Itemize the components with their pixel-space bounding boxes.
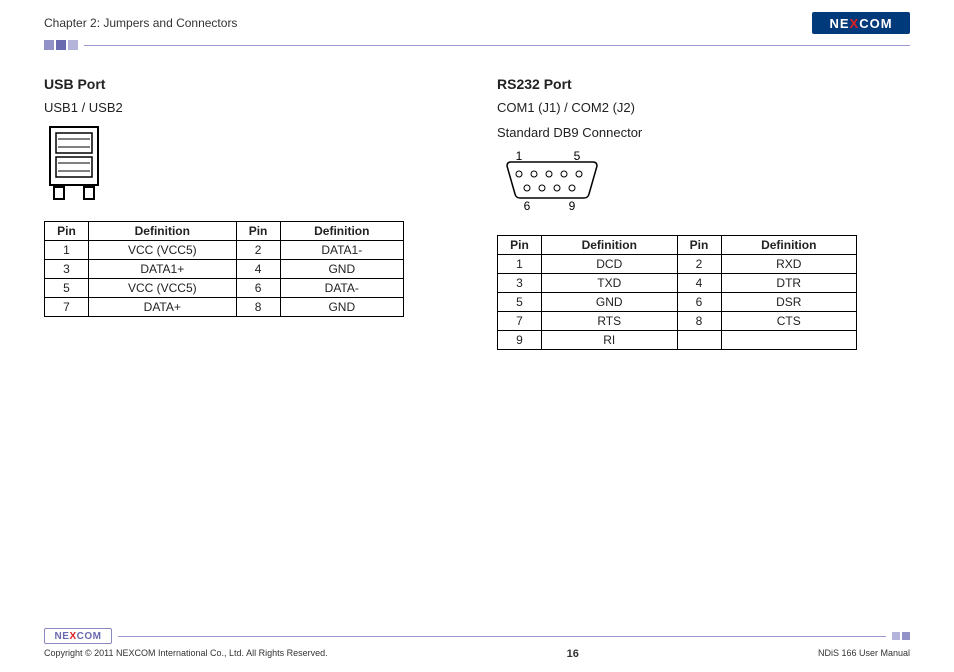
def-cell: DATA1+: [89, 260, 237, 279]
pin-cell: [677, 331, 721, 350]
table-row: 1 DCD 2 RXD: [498, 255, 857, 274]
pin-cell: 3: [45, 260, 89, 279]
footer-text-row: Copyright © 2011 NEXCOM International Co…: [44, 646, 910, 660]
header-rule: [44, 40, 910, 50]
pin-cell: 2: [677, 255, 721, 274]
def-cell: VCC (VCC5): [89, 279, 237, 298]
db9-connector-diagram: 1 5 6 9: [497, 150, 910, 217]
nexcom-footer-logo: NEXCOM: [44, 628, 112, 644]
header-squares-icon: [44, 40, 78, 50]
pin-cell: 7: [498, 312, 542, 331]
th-def: Definition: [89, 222, 237, 241]
pin-cell: 4: [236, 260, 280, 279]
def-cell: RI: [542, 331, 678, 350]
header-line: [84, 45, 910, 46]
def-cell: DATA1-: [280, 241, 403, 260]
db9-label-9: 9: [569, 199, 576, 213]
footer-squares-icon: [892, 632, 910, 640]
pin-cell: 9: [498, 331, 542, 350]
db9-connector-icon: 1 5 6 9: [497, 150, 607, 214]
page-number: 16: [567, 648, 579, 660]
usb-connector-diagram: [44, 125, 457, 203]
th-def: Definition: [721, 236, 857, 255]
rs232-sub2: Standard DB9 Connector: [497, 125, 910, 140]
logo-text-pre: NE: [829, 16, 849, 31]
def-cell: DATA-: [280, 279, 403, 298]
def-cell: DSR: [721, 293, 857, 312]
th-def: Definition: [542, 236, 678, 255]
pin-cell: 8: [677, 312, 721, 331]
th-def: Definition: [280, 222, 403, 241]
table-row: 7 DATA+ 8 GND: [45, 298, 404, 317]
manual-name: NDiS 166 User Manual: [818, 648, 910, 660]
th-pin: Pin: [236, 222, 280, 241]
logo-text-x: X: [850, 16, 860, 31]
pin-cell: 6: [677, 293, 721, 312]
table-header-row: Pin Definition Pin Definition: [45, 222, 404, 241]
rs232-section: RS232 Port COM1 (J1) / COM2 (J2) Standar…: [497, 76, 910, 350]
chapter-label: Chapter 2: Jumpers and Connectors: [44, 16, 237, 30]
pin-cell: 7: [45, 298, 89, 317]
logo-text-post: COM: [77, 631, 102, 642]
pin-cell: 2: [236, 241, 280, 260]
pin-cell: 5: [45, 279, 89, 298]
logo-text-pre: NE: [55, 631, 70, 642]
pin-cell: 5: [498, 293, 542, 312]
def-cell: DATA+: [89, 298, 237, 317]
table-row: 3 DATA1+ 4 GND: [45, 260, 404, 279]
table-row: 1 VCC (VCC5) 2 DATA1-: [45, 241, 404, 260]
pin-cell: 1: [45, 241, 89, 260]
def-cell: GND: [280, 298, 403, 317]
pin-cell: 6: [236, 279, 280, 298]
page-header: Chapter 2: Jumpers and Connectors NEXCOM: [44, 12, 910, 34]
table-row: 9 RI: [498, 331, 857, 350]
table-row: 5 VCC (VCC5) 6 DATA-: [45, 279, 404, 298]
def-cell: RTS: [542, 312, 678, 331]
nexcom-logo: NEXCOM: [812, 12, 910, 34]
db9-label-6: 6: [524, 199, 531, 213]
footer-rule: NEXCOM: [44, 628, 910, 644]
def-cell: GND: [280, 260, 403, 279]
usb-section: USB Port USB1 / USB2 Pin Definition Pi: [44, 76, 457, 350]
db9-label-5: 5: [574, 150, 581, 163]
table-header-row: Pin Definition Pin Definition: [498, 236, 857, 255]
def-cell: VCC (VCC5): [89, 241, 237, 260]
th-pin: Pin: [677, 236, 721, 255]
def-cell: TXD: [542, 274, 678, 293]
pin-cell: 8: [236, 298, 280, 317]
rs232-sub1: COM1 (J1) / COM2 (J2): [497, 100, 910, 115]
th-pin: Pin: [45, 222, 89, 241]
logo-text-x: X: [69, 631, 76, 642]
usb-connector-icon: [44, 125, 104, 203]
rs232-pin-table: Pin Definition Pin Definition 1 DCD 2 RX…: [497, 235, 857, 350]
pin-cell: 3: [498, 274, 542, 293]
table-row: 7 RTS 8 CTS: [498, 312, 857, 331]
def-cell: [721, 331, 857, 350]
db9-label-1: 1: [516, 150, 523, 163]
def-cell: RXD: [721, 255, 857, 274]
def-cell: DTR: [721, 274, 857, 293]
def-cell: CTS: [721, 312, 857, 331]
def-cell: DCD: [542, 255, 678, 274]
def-cell: GND: [542, 293, 678, 312]
logo-text-post: COM: [859, 16, 892, 31]
rs232-title: RS232 Port: [497, 76, 910, 92]
page-footer: NEXCOM Copyright © 2011 NEXCOM Internati…: [44, 628, 910, 660]
copyright-text: Copyright © 2011 NEXCOM International Co…: [44, 648, 328, 660]
pin-cell: 4: [677, 274, 721, 293]
table-row: 3 TXD 4 DTR: [498, 274, 857, 293]
usb-pin-table: Pin Definition Pin Definition 1 VCC (VCC…: [44, 221, 404, 317]
th-pin: Pin: [498, 236, 542, 255]
table-row: 5 GND 6 DSR: [498, 293, 857, 312]
usb-sub: USB1 / USB2: [44, 100, 457, 115]
usb-title: USB Port: [44, 76, 457, 92]
pin-cell: 1: [498, 255, 542, 274]
footer-line: [118, 636, 886, 637]
